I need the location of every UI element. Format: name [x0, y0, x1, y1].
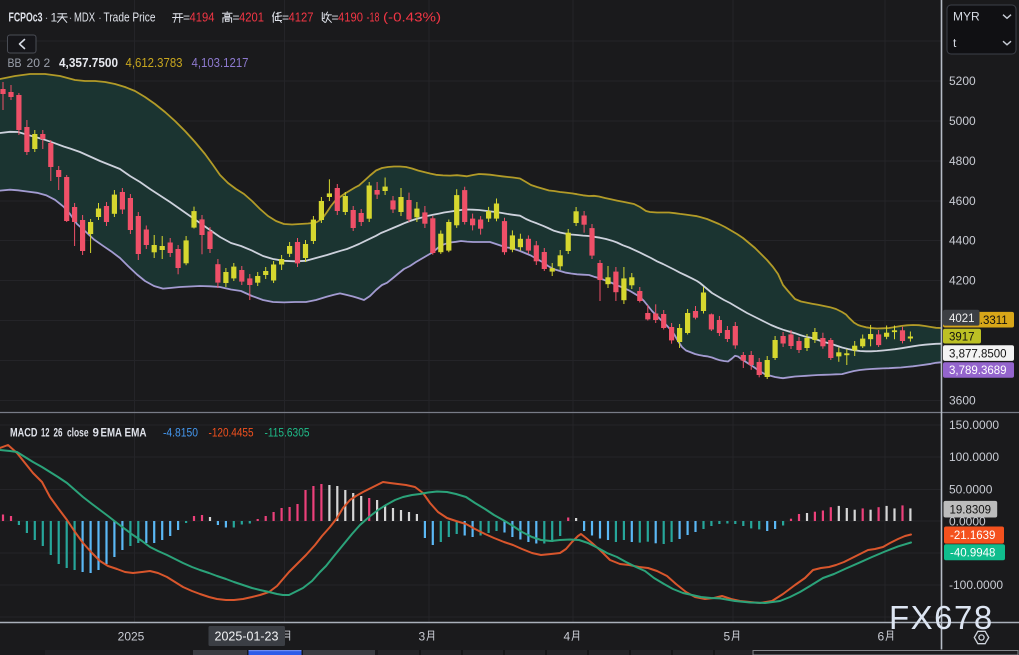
svg-text:150.0000: 150.0000: [949, 418, 999, 432]
svg-text:FX678: FX678: [889, 599, 994, 636]
svg-text:BB: BB: [8, 56, 22, 70]
svg-text:-120.4455: -120.4455: [209, 428, 254, 440]
svg-text:MACD: MACD: [10, 428, 38, 440]
svg-text:FCPOc3: FCPOc3: [9, 11, 43, 25]
svg-text:·: ·: [98, 11, 102, 25]
svg-text:3917: 3917: [949, 331, 975, 343]
svg-text:100.0000: 100.0000: [949, 450, 999, 464]
svg-text:2: 2: [44, 56, 51, 70]
svg-text:4: 4: [564, 630, 571, 644]
svg-text:close: close: [67, 428, 89, 440]
svg-text:3,877.8500: 3,877.8500: [949, 348, 1007, 360]
svg-text:·: ·: [69, 11, 73, 25]
svg-text:EMA: EMA: [125, 428, 147, 440]
svg-text:-100.0000: -100.0000: [949, 578, 1003, 592]
svg-text:12: 12: [41, 428, 50, 440]
svg-text:4,357.7500: 4,357.7500: [59, 56, 118, 70]
svg-text:4,103.1217: 4,103.1217: [192, 56, 249, 70]
svg-text:9: 9: [93, 428, 99, 440]
svg-text:EMA: EMA: [101, 428, 123, 440]
svg-text:26: 26: [54, 428, 63, 440]
svg-text:-21.1639: -21.1639: [950, 530, 995, 542]
svg-text:4400: 4400: [949, 234, 976, 248]
svg-text:50.0000: 50.0000: [949, 483, 993, 497]
svg-text:-4.8150: -4.8150: [163, 428, 198, 440]
svg-text:4201: 4201: [239, 11, 264, 25]
svg-text:4,612.3783: 4,612.3783: [126, 56, 183, 70]
svg-text:4190: 4190: [338, 11, 363, 25]
svg-text:1: 1: [51, 11, 58, 25]
svg-text:4600: 4600: [949, 194, 976, 208]
svg-text:4021: 4021: [949, 313, 975, 325]
svg-text:-115.6305: -115.6305: [265, 428, 310, 440]
svg-text:3600: 3600: [949, 394, 976, 408]
svg-text:·: ·: [45, 11, 49, 25]
svg-text:4127: 4127: [289, 11, 314, 25]
svg-text:MYR: MYR: [953, 10, 980, 24]
svg-text:20: 20: [27, 56, 41, 70]
svg-text:4800: 4800: [949, 154, 976, 168]
svg-text:2025-01-23: 2025-01-23: [215, 630, 279, 644]
svg-text:Trade Price: Trade Price: [104, 11, 156, 25]
svg-text:5: 5: [724, 630, 731, 644]
svg-text:-18: -18: [367, 11, 380, 25]
svg-text:4200: 4200: [949, 274, 976, 288]
svg-text:19.8309: 19.8309: [950, 504, 992, 516]
svg-text:-40.9948: -40.9948: [950, 547, 995, 559]
svg-text:6: 6: [878, 630, 885, 644]
svg-text:(-0.43%): (-0.43%): [383, 10, 441, 25]
svg-text:5200: 5200: [949, 74, 976, 88]
svg-text:4194: 4194: [190, 11, 215, 25]
svg-text:2025: 2025: [118, 630, 145, 644]
svg-text:3,789.3689: 3,789.3689: [949, 365, 1007, 377]
svg-text:5000: 5000: [949, 114, 976, 128]
svg-text:3: 3: [419, 630, 426, 644]
svg-text:MDX: MDX: [74, 11, 95, 25]
